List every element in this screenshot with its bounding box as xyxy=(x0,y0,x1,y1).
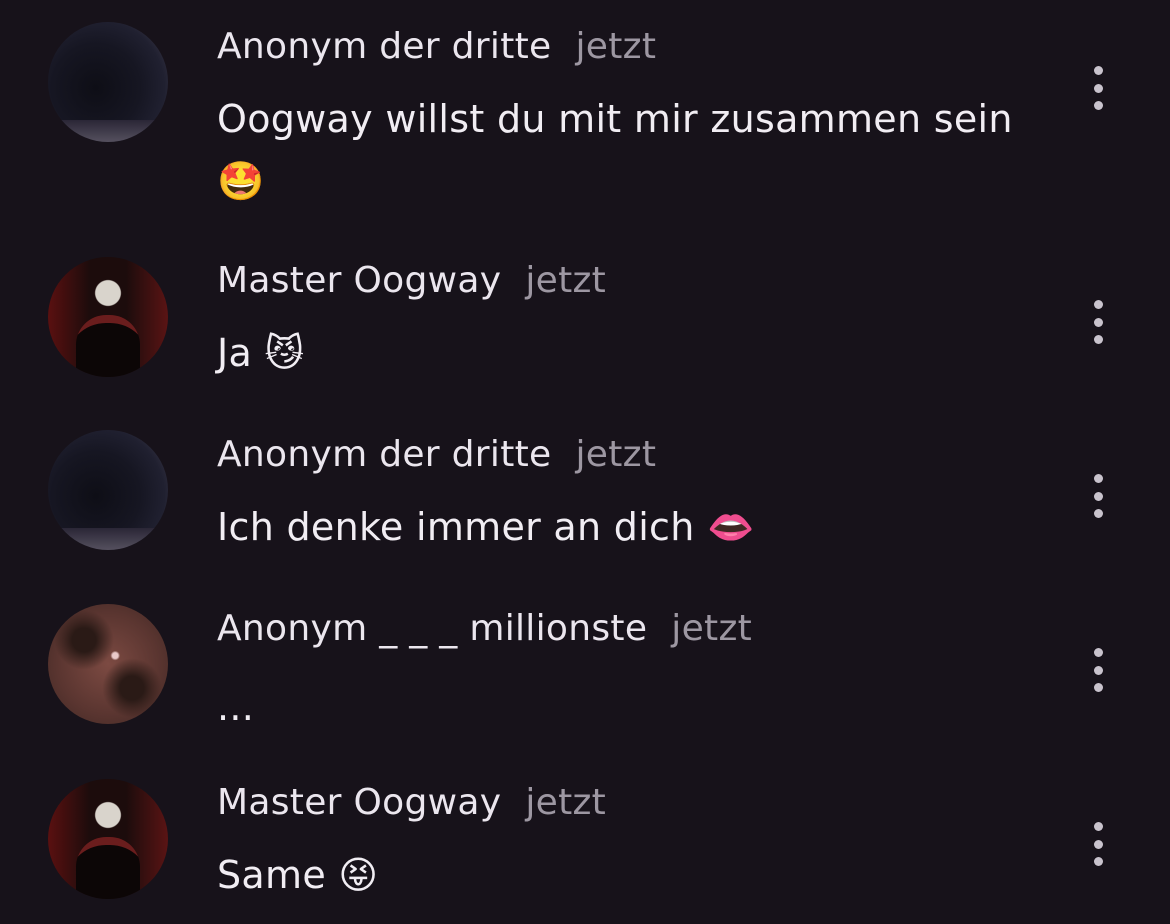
comment-text: Ich denke immer an dich 👄 xyxy=(217,505,755,549)
comment-header: Anonym der dritte jetzt xyxy=(217,26,656,67)
comment-text: Ja 😼 xyxy=(217,331,305,375)
avatar[interactable] xyxy=(48,604,168,724)
more-options-icon[interactable] xyxy=(1080,66,1116,110)
avatar[interactable] xyxy=(48,779,168,899)
avatar[interactable] xyxy=(48,22,168,142)
comment-list: Anonym der dritte jetzt Oogway willst du … xyxy=(0,0,1170,924)
comment-header: Master Oogway jetzt xyxy=(217,782,606,823)
comment-text: ... xyxy=(217,685,255,729)
comment-text: Same 😝 xyxy=(217,853,379,897)
timestamp: jetzt xyxy=(671,608,753,649)
avatar[interactable] xyxy=(48,430,168,550)
author-name[interactable]: Master Oogway xyxy=(217,260,501,301)
timestamp: jetzt xyxy=(575,434,657,475)
avatar[interactable] xyxy=(48,257,168,377)
timestamp: jetzt xyxy=(575,26,657,67)
author-name[interactable]: Anonym der dritte xyxy=(217,434,551,475)
more-options-icon[interactable] xyxy=(1080,648,1116,692)
timestamp: jetzt xyxy=(525,782,607,823)
author-name[interactable]: Anonym _ _ _ millionste xyxy=(217,608,647,649)
author-name[interactable]: Master Oogway xyxy=(217,782,501,823)
more-options-icon[interactable] xyxy=(1080,822,1116,866)
more-options-icon[interactable] xyxy=(1080,474,1116,518)
comment-text: Oogway willst du mit mir zusammen sein 🤩 xyxy=(217,97,1013,203)
more-options-icon[interactable] xyxy=(1080,300,1116,344)
timestamp: jetzt xyxy=(525,260,607,301)
comment-header: Master Oogway jetzt xyxy=(217,260,606,301)
comment-header: Anonym der dritte jetzt xyxy=(217,434,656,475)
author-name[interactable]: Anonym der dritte xyxy=(217,26,551,67)
comment-header: Anonym _ _ _ millionste jetzt xyxy=(217,608,752,649)
